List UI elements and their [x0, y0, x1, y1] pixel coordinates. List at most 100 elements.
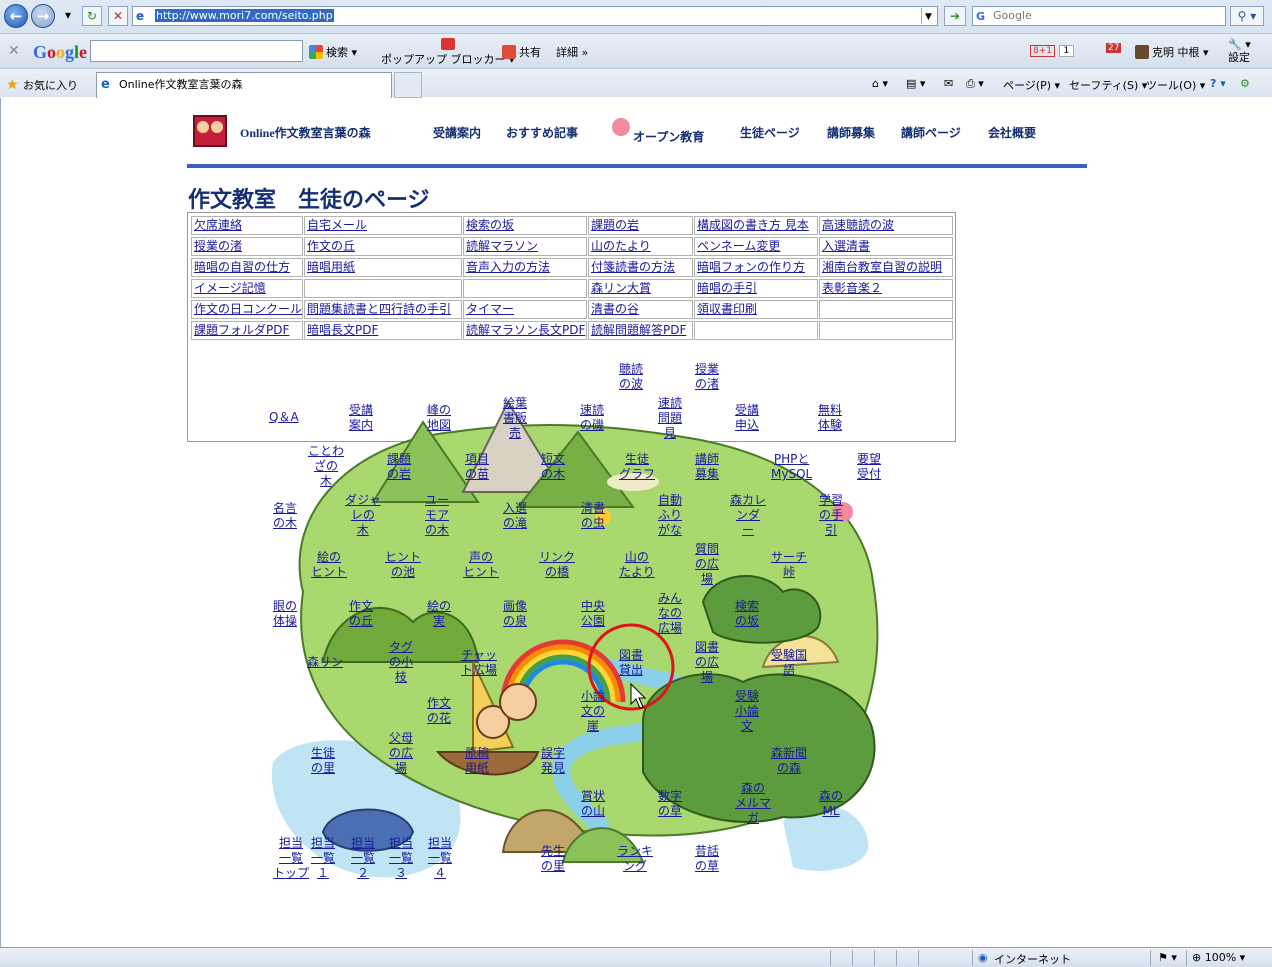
- home-button[interactable]: ⌂ ▾: [872, 77, 888, 90]
- nav-open-education[interactable]: オープン教育: [633, 128, 704, 145]
- map-link[interactable]: 受験国 語: [771, 648, 807, 678]
- table-link[interactable]: 検索の坂: [463, 216, 587, 235]
- map-link[interactable]: 名言 の木: [273, 501, 297, 531]
- map-link[interactable]: 先生 の里: [541, 844, 565, 874]
- map-link[interactable]: みん なの 広場: [658, 591, 682, 636]
- back-button[interactable]: ←: [4, 4, 28, 28]
- map-link[interactable]: 生徒 の里: [311, 746, 335, 776]
- table-link[interactable]: 高速聴読の波: [819, 216, 953, 235]
- settings-button[interactable]: 🔧 ▾ 設定: [1228, 38, 1251, 64]
- details-button[interactable]: 詳細 »: [556, 44, 588, 60]
- table-link[interactable]: 作文の丘: [304, 237, 462, 256]
- table-link[interactable]: イメージ記憶: [191, 279, 303, 298]
- table-link[interactable]: 暗唱長文PDF: [304, 321, 462, 340]
- table-link[interactable]: ペンネーム変更: [694, 237, 818, 256]
- popup-blocker-button[interactable]: ポップアップ ブロッカー ▾: [381, 38, 515, 66]
- map-link[interactable]: 担当 一覧 ４: [428, 836, 452, 881]
- map-link[interactable]: Q＆A: [269, 410, 299, 425]
- map-link[interactable]: 項目 の苗: [465, 452, 489, 482]
- help-button[interactable]: ? ▾: [1210, 77, 1226, 90]
- nav-teacher-recruit[interactable]: 講師募集: [827, 124, 875, 141]
- table-link[interactable]: 領収書印刷: [694, 300, 818, 319]
- map-link[interactable]: 絵の 実: [427, 599, 451, 629]
- map-link[interactable]: 速読 の磯: [580, 403, 604, 433]
- nav-osusume[interactable]: おすすめ記事: [506, 124, 578, 141]
- new-tab-button[interactable]: [394, 72, 422, 98]
- map-link[interactable]: 学習 の手 引: [819, 493, 843, 538]
- table-link[interactable]: タイマー: [463, 300, 587, 319]
- map-link[interactable]: 講師 募集: [695, 452, 719, 482]
- map-link[interactable]: 絵葉 書販 売: [503, 396, 527, 441]
- nav-company[interactable]: 会社概要: [988, 124, 1036, 141]
- table-link[interactable]: 作文の日コンクール: [191, 300, 303, 319]
- research-button[interactable]: ⚙: [1240, 77, 1250, 90]
- map-link[interactable]: ことわ ざの 木: [308, 444, 344, 489]
- browser-search-input[interactable]: G Google: [972, 6, 1226, 26]
- table-link[interactable]: 入選清書: [819, 237, 953, 256]
- tab-active[interactable]: e Online作文教室言葉の森: [96, 72, 392, 98]
- map-link[interactable]: サーチ 峠: [771, 550, 807, 580]
- map-link[interactable]: 短文 の木: [541, 452, 565, 482]
- map-link[interactable]: 担当 一覧 ２: [351, 836, 375, 881]
- map-link[interactable]: リンク の橋: [539, 550, 575, 580]
- zoom-button[interactable]: ⊕ 100% ▾: [1192, 951, 1245, 964]
- address-input[interactable]: e http://www.mori7.com/seito.php ▼: [132, 6, 938, 26]
- map-link[interactable]: 山の たより: [619, 550, 655, 580]
- map-link[interactable]: ランキ ング: [617, 844, 653, 874]
- table-link[interactable]: 付箋読書の方法: [588, 258, 693, 277]
- map-link[interactable]: 誤字 発見: [541, 746, 565, 776]
- table-link[interactable]: 授業の渚: [191, 237, 303, 256]
- table-link[interactable]: 音声入力の方法: [463, 258, 587, 277]
- map-link[interactable]: ダジャ レの 木: [345, 493, 381, 538]
- map-link[interactable]: 受講 申込: [735, 403, 759, 433]
- map-link[interactable]: 担当 一覧 トップ: [273, 836, 309, 881]
- map-link[interactable]: 絵の ヒント: [311, 550, 347, 580]
- mail-button[interactable]: ✉: [944, 77, 953, 90]
- map-link[interactable]: 生徒 グラフ: [619, 452, 655, 482]
- map-link[interactable]: 授業 の渚: [695, 362, 719, 392]
- map-link[interactable]: 課題 の岩: [387, 452, 411, 482]
- map-link[interactable]: 作文 の花: [427, 696, 451, 726]
- table-link[interactable]: 湘南台教室自習の説明: [819, 258, 953, 277]
- user-account-button[interactable]: 克明 中根 ▾: [1135, 44, 1209, 60]
- notifications-button[interactable]: 27: [1106, 40, 1122, 53]
- map-link[interactable]: 入選 の滝: [503, 501, 527, 531]
- table-link[interactable]: 自宅メール: [304, 216, 462, 235]
- map-link[interactable]: 無料 体験: [818, 403, 842, 433]
- address-dropdown[interactable]: ▼: [921, 8, 935, 24]
- map-link[interactable]: 作文 の丘: [349, 599, 373, 629]
- table-link[interactable]: 山のたより: [588, 237, 693, 256]
- page-menu[interactable]: ページ(P) ▾: [1003, 77, 1060, 93]
- map-link[interactable]: 検索 の坂: [735, 599, 759, 629]
- history-dropdown[interactable]: ▾: [58, 6, 78, 26]
- map-link[interactable]: 数字 の草: [658, 789, 682, 819]
- map-link[interactable]: 小論 文の 崖: [581, 689, 605, 734]
- print-button[interactable]: ⎙ ▾: [966, 77, 984, 91]
- tools-menu[interactable]: ツール(O) ▾: [1146, 77, 1205, 93]
- map-link[interactable]: ユー モア の木: [425, 493, 449, 538]
- map-link[interactable]: 眼の 体操: [273, 599, 297, 629]
- star-icon[interactable]: ★: [6, 77, 19, 93]
- refresh-button[interactable]: ↻: [82, 6, 102, 26]
- map-link[interactable]: 質問 の広 場: [695, 542, 719, 587]
- map-link[interactable]: 昔話 の草: [695, 844, 719, 874]
- map-link[interactable]: 自動 ふり がな: [658, 493, 682, 538]
- map-link[interactable]: 担当 一覧 ３: [389, 836, 413, 881]
- go-button[interactable]: ➔: [944, 6, 966, 26]
- map-link[interactable]: タグ の小 枝: [389, 640, 413, 685]
- table-link[interactable]: 清書の谷: [588, 300, 693, 319]
- table-link[interactable]: 課題の岩: [588, 216, 693, 235]
- map-link[interactable]: 峰の 地図: [427, 403, 451, 433]
- safety-menu[interactable]: セーフティ(S) ▾: [1069, 77, 1147, 93]
- table-link[interactable]: 暗唱用紙: [304, 258, 462, 277]
- map-link[interactable]: 森リン: [307, 655, 343, 670]
- table-link[interactable]: 構成図の書き方 見本: [694, 216, 818, 235]
- nav-student-page[interactable]: 生徒ページ: [740, 124, 800, 141]
- table-link[interactable]: 表彰音楽２: [819, 279, 953, 298]
- map-link[interactable]: 原稿 用紙: [465, 746, 489, 776]
- map-link[interactable]: 要望 受付: [857, 452, 881, 482]
- site-logo[interactable]: [193, 115, 227, 147]
- map-link[interactable]: 森の ML: [819, 789, 843, 819]
- map-link[interactable]: 森カレ ンダ ー: [730, 493, 766, 538]
- map-link[interactable]: 賞状 の山: [581, 789, 605, 819]
